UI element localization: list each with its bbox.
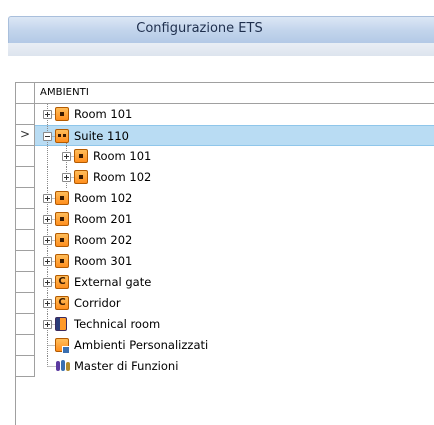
expand-icon[interactable]: [43, 299, 52, 308]
tree-node-label: Room 202: [74, 233, 133, 247]
row-selector-current[interactable]: [16, 125, 35, 146]
tree-node-label: Master di Funzioni: [74, 359, 179, 373]
tree-node-cell[interactable]: C External gate: [35, 272, 434, 293]
row-selector[interactable]: [16, 209, 35, 230]
expand-icon[interactable]: [43, 236, 52, 245]
expand-icon[interactable]: [62, 173, 71, 182]
tree-node-label: Room 301: [74, 254, 133, 268]
row-selector[interactable]: [16, 167, 35, 188]
tree-row[interactable]: Room 102: [16, 167, 434, 188]
row-selector[interactable]: [16, 146, 35, 167]
tree-node-cell[interactable]: Room 201: [35, 209, 434, 230]
room-icon: [55, 191, 69, 205]
tree-row[interactable]: Suite 110: [16, 125, 434, 147]
row-selector[interactable]: [16, 188, 35, 209]
window-title-tab: Configurazione ETS: [8, 16, 434, 43]
tree-row[interactable]: Room 202: [16, 230, 434, 251]
tree-node-cell[interactable]: Technical room: [35, 314, 434, 335]
row-selector[interactable]: [16, 272, 35, 293]
tree-row[interactable]: Room 301: [16, 251, 434, 272]
common-area-icon: C: [55, 296, 69, 310]
expand-icon[interactable]: [43, 194, 52, 203]
expand-icon[interactable]: [43, 257, 52, 266]
tree-node-label: Ambienti Personalizzati: [74, 338, 209, 352]
title-bar: Configurazione ETS: [0, 0, 434, 56]
row-selector[interactable]: [16, 230, 35, 251]
tree-row[interactable]: C Corridor: [16, 293, 434, 314]
tree-node-label: Room 101: [93, 149, 152, 163]
column-header-ambienti[interactable]: AMBIENTI: [40, 87, 89, 98]
row-selector[interactable]: [16, 251, 35, 272]
tree-node-label: Room 102: [93, 170, 152, 184]
tree-node-label: External gate: [74, 275, 152, 289]
common-area-icon: C: [55, 275, 69, 289]
room-icon: [74, 170, 88, 184]
row-selector[interactable]: [16, 356, 35, 377]
tree-node-cell[interactable]: C Corridor: [35, 293, 434, 314]
suite-icon: [55, 129, 69, 143]
room-icon: [55, 233, 69, 247]
row-selector[interactable]: [16, 293, 35, 314]
row-selector[interactable]: [16, 314, 35, 335]
tree-node-label: Room 102: [74, 191, 133, 205]
tree-row[interactable]: Room 102: [16, 188, 434, 209]
expand-icon[interactable]: [43, 110, 52, 119]
custom-environments-icon: [55, 338, 70, 354]
row-selector[interactable]: [16, 335, 35, 356]
tree-row[interactable]: Room 101: [16, 146, 434, 167]
tree-node-cell[interactable]: Room 101: [35, 146, 434, 167]
room-icon: [55, 254, 69, 268]
tree-row[interactable]: Room 101: [16, 104, 434, 125]
window-title: Configurazione ETS: [136, 21, 263, 36]
collapse-icon[interactable]: [43, 132, 52, 141]
tree-node-label: Corridor: [74, 296, 121, 310]
tree-node-label: Technical room: [74, 317, 161, 331]
row-selector[interactable]: [16, 104, 35, 125]
tree-node-cell[interactable]: Ambienti Personalizzati: [35, 335, 434, 356]
room-icon: [55, 107, 69, 121]
tree-node-cell[interactable]: Room 301: [35, 251, 434, 272]
tree-node-cell[interactable]: Master di Funzioni: [35, 356, 434, 377]
expand-icon[interactable]: [43, 215, 52, 224]
tree-row[interactable]: C External gate: [16, 272, 434, 293]
expand-icon[interactable]: [62, 152, 71, 161]
expand-icon[interactable]: [43, 320, 52, 329]
room-icon: [55, 212, 69, 226]
tree-row[interactable]: Technical room: [16, 314, 434, 335]
expand-icon[interactable]: [43, 278, 52, 287]
tree-node-cell[interactable]: Room 102: [35, 188, 434, 209]
tree-row[interactable]: Master di Funzioni: [16, 356, 434, 377]
tree-node-cell[interactable]: Room 202: [35, 230, 434, 251]
tree-node-cell[interactable]: Room 101: [35, 104, 434, 125]
tree-node-label: Room 101: [74, 107, 133, 121]
room-icon: [74, 149, 88, 163]
technical-room-icon: [55, 317, 67, 331]
environments-tree-grid: AMBIENTI Room 101 Suite 110 Room 101 Room 1…: [15, 82, 434, 425]
function-master-icon: [55, 359, 71, 373]
tree-node-label: Room 201: [74, 212, 133, 226]
tree-row[interactable]: Ambienti Personalizzati: [16, 335, 434, 356]
tree-node-cell[interactable]: Suite 110: [35, 125, 434, 147]
tree-node-cell[interactable]: Room 102: [35, 167, 434, 188]
toolbar-strip: [8, 43, 434, 56]
grid-header: AMBIENTI: [16, 83, 434, 104]
tree-node-label: Suite 110: [74, 129, 129, 143]
tree-row[interactable]: Room 201: [16, 209, 434, 230]
header-corner-cell: [16, 83, 35, 103]
